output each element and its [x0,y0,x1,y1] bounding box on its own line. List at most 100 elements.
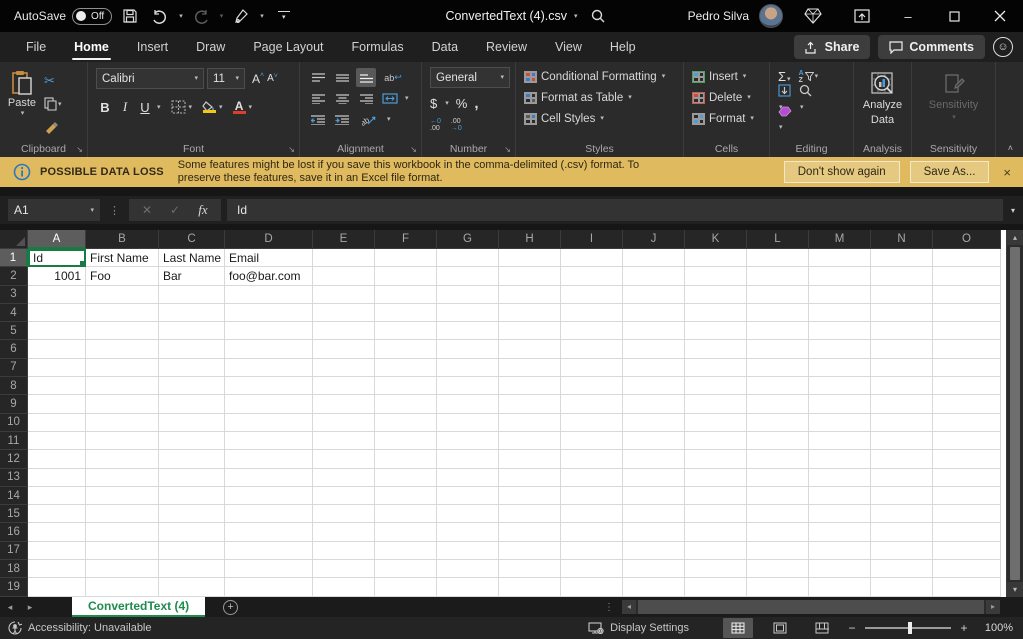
cell-F18[interactable] [375,560,437,578]
cell-C4[interactable] [159,304,225,322]
cell-F11[interactable] [375,432,437,450]
cell-I15[interactable] [561,505,623,523]
cell-F12[interactable] [375,450,437,468]
cell-D7[interactable] [225,359,313,377]
cell-F10[interactable] [375,414,437,432]
cell-G12[interactable] [437,450,499,468]
cell-N18[interactable] [871,560,933,578]
cell-N12[interactable] [871,450,933,468]
cell-E16[interactable] [313,523,375,541]
cell-H17[interactable] [499,542,561,560]
cell-A12[interactable] [28,450,86,468]
cell-F7[interactable] [375,359,437,377]
cell-E8[interactable] [313,377,375,395]
font-size-select[interactable]: 11▾ [207,68,245,89]
align-middle-button[interactable] [332,68,352,87]
cell-M19[interactable] [809,578,871,596]
select-all-corner[interactable] [0,230,28,249]
cell-K17[interactable] [685,542,747,560]
cell-K4[interactable] [685,304,747,322]
cell-K7[interactable] [685,359,747,377]
cell-A18[interactable] [28,560,86,578]
cell-J11[interactable] [623,432,685,450]
cell-G16[interactable] [437,523,499,541]
cell-C18[interactable] [159,560,225,578]
row-header-11[interactable]: 11 [0,432,28,450]
clipboard-dialog-launcher-icon[interactable]: ↘ [76,145,83,154]
cell-J7[interactable] [623,359,685,377]
cell-K1[interactable] [685,249,747,267]
cell-E6[interactable] [313,340,375,358]
cell-D16[interactable] [225,523,313,541]
cell-B1[interactable]: First Name [86,249,159,267]
cell-G17[interactable] [437,542,499,560]
tab-data[interactable]: Data [418,32,472,62]
cell-I11[interactable] [561,432,623,450]
cell-O10[interactable] [933,414,1001,432]
orientation-dropdown-icon[interactable]: ▾ [387,116,391,123]
cell-J18[interactable] [623,560,685,578]
cell-E5[interactable] [313,322,375,340]
cell-M2[interactable] [809,267,871,285]
analyze-data-button[interactable]: Analyze Data [854,68,911,127]
cell-D13[interactable] [225,469,313,487]
autosum-button[interactable]: Σ▾ [778,69,791,84]
copy-button[interactable]: ▾ [44,95,62,113]
cell-D17[interactable] [225,542,313,560]
cell-A17[interactable] [28,542,86,560]
cell-F14[interactable] [375,487,437,505]
autosave-toggle[interactable]: Off [72,8,112,25]
cell-N17[interactable] [871,542,933,560]
cell-N5[interactable] [871,322,933,340]
column-header-O[interactable]: O [933,230,1001,249]
accounting-dropdown-icon[interactable]: ▾ [445,100,449,107]
cell-L17[interactable] [747,542,809,560]
cell-C12[interactable] [159,450,225,468]
align-top-button[interactable] [308,68,328,87]
cell-K6[interactable] [685,340,747,358]
cell-A6[interactable] [28,340,86,358]
cell-E13[interactable] [313,469,375,487]
row-header-13[interactable]: 13 [0,469,28,487]
cut-button[interactable]: ✂ [44,72,62,90]
cell-M9[interactable] [809,395,871,413]
cell-G13[interactable] [437,469,499,487]
cell-E2[interactable] [313,267,375,285]
cell-D15[interactable] [225,505,313,523]
banner-close-icon[interactable]: × [1003,165,1011,180]
merge-dropdown-icon[interactable]: ▾ [405,95,409,102]
zoom-slider[interactable] [865,627,951,629]
cell-A15[interactable] [28,505,86,523]
zoom-level[interactable]: 100% [973,622,1013,634]
vertical-scroll-thumb[interactable] [1010,247,1020,580]
scroll-up-icon[interactable]: ▴ [1007,230,1023,245]
tab-page-layout[interactable]: Page Layout [239,32,337,62]
cell-F6[interactable] [375,340,437,358]
cell-A7[interactable] [28,359,86,377]
column-header-L[interactable]: L [747,230,809,249]
column-header-F[interactable]: F [375,230,437,249]
cell-C8[interactable] [159,377,225,395]
cell-D18[interactable] [225,560,313,578]
cell-I19[interactable] [561,578,623,596]
cell-I1[interactable] [561,249,623,267]
cell-E1[interactable] [313,249,375,267]
cell-G6[interactable] [437,340,499,358]
cell-I13[interactable] [561,469,623,487]
cell-E17[interactable] [313,542,375,560]
fill-color-dropdown-icon[interactable]: ▾ [219,104,223,111]
cell-E9[interactable] [313,395,375,413]
cell-E10[interactable] [313,414,375,432]
cell-N19[interactable] [871,578,933,596]
tab-home[interactable]: Home [60,32,123,62]
cell-H15[interactable] [499,505,561,523]
wrap-text-button[interactable]: ab↩ [380,68,406,87]
cell-M14[interactable] [809,487,871,505]
cell-L7[interactable] [747,359,809,377]
cell-K10[interactable] [685,414,747,432]
cell-N2[interactable] [871,267,933,285]
row-header-4[interactable]: 4 [0,304,28,322]
ink-pen-icon[interactable] [229,3,253,29]
tab-view[interactable]: View [541,32,596,62]
cell-A4[interactable] [28,304,86,322]
